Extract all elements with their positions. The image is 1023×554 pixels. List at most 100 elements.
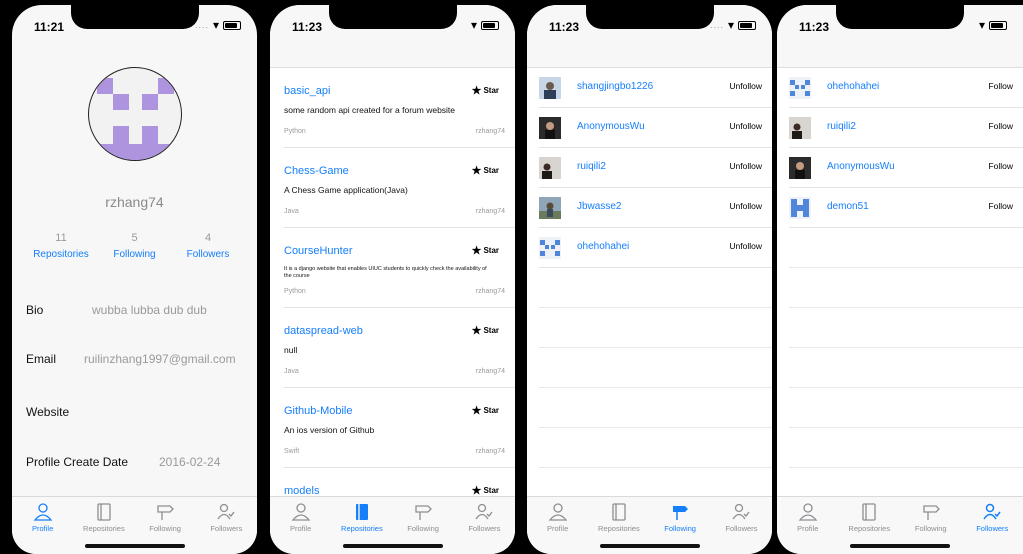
repo-cell[interactable]: dataspread-web ★ Star null Java rzhang74 — [284, 308, 515, 388]
bio-value: wubba lubba dub dub — [92, 303, 207, 317]
people-icon — [983, 503, 1001, 520]
repositories-screen: 11:23 ▾ basic_api ★ Star some random api … — [270, 5, 515, 554]
status-icons: .... ▾ — [710, 19, 756, 31]
unfollow-button[interactable]: Unfollow — [729, 201, 762, 211]
tab-label: Repositories — [341, 524, 383, 533]
stat-label[interactable]: Following — [113, 249, 155, 260]
home-indicator[interactable] — [84, 544, 185, 548]
user-name[interactable]: AnonymousWu — [827, 161, 895, 172]
stat-repositories[interactable]: 11 Repositories — [26, 232, 96, 260]
user-name[interactable]: ohehohahei — [577, 241, 629, 252]
user-cell[interactable]: ohehohahei Unfollow — [539, 228, 772, 268]
repo-cell[interactable]: basic_api ★ Star some random api created … — [284, 68, 515, 148]
tab-label: Repositories — [83, 524, 125, 533]
repo-name[interactable]: CourseHunter — [284, 245, 352, 257]
tab-followers[interactable]: Followers — [711, 497, 772, 554]
home-indicator[interactable] — [599, 544, 700, 548]
follow-button[interactable]: Follow — [988, 81, 1013, 91]
created-value: 2016-02-24 — [159, 455, 221, 469]
follow-button[interactable]: Follow — [988, 161, 1013, 171]
profile-avatar — [88, 67, 182, 161]
book-icon — [355, 504, 368, 520]
user-name[interactable]: AnonymousWu — [577, 121, 645, 132]
home-indicator[interactable] — [342, 544, 443, 548]
repo-cell[interactable]: Chess-Game ★ Star A Chess Game applicatio… — [284, 148, 515, 228]
unfollow-button[interactable]: Unfollow — [729, 241, 762, 251]
tab-profile[interactable]: Profile — [12, 497, 73, 554]
user-cell[interactable]: AnonymousWu Follow — [789, 148, 1023, 188]
repo-language: Python — [284, 128, 306, 135]
signal-icon: .... — [709, 20, 724, 30]
user-cell[interactable]: Jbwasse2 Unfollow — [539, 188, 772, 228]
battery-icon — [989, 20, 1007, 30]
created-label: Profile Create Date — [26, 455, 129, 469]
tab-profile[interactable]: Profile — [270, 497, 331, 554]
star-button[interactable]: ★ Star — [472, 404, 499, 417]
tab-label: Profile — [289, 524, 312, 533]
book-icon — [862, 503, 876, 521]
repo-cell[interactable]: CourseHunter ★ Star It is a django websit… — [284, 228, 515, 308]
stat-count: 11 — [55, 232, 67, 244]
unfollow-button[interactable]: Unfollow — [729, 161, 762, 171]
user-cell[interactable]: demon51 Follow — [789, 188, 1023, 228]
tab-followers[interactable]: Followers — [962, 497, 1023, 554]
wifi-icon: ▾ — [978, 18, 985, 32]
repo-description: null — [284, 345, 298, 355]
user-cell[interactable]: shangjingbo1226 Unfollow — [539, 68, 772, 108]
tab-profile[interactable]: Profile — [527, 497, 588, 554]
follow-button[interactable]: Follow — [988, 121, 1013, 131]
star-button[interactable]: ★ Star — [472, 84, 499, 97]
user-avatar — [539, 197, 561, 219]
user-cell[interactable]: ruiqili2 Unfollow — [539, 148, 772, 188]
user-name[interactable]: ohehohahei — [827, 81, 879, 92]
user-name[interactable]: shangjingbo1226 — [577, 81, 653, 92]
repo-cell[interactable]: Github-Mobile ★ Star An ios version of Gi… — [284, 388, 515, 468]
user-cell[interactable]: AnonymousWu Unfollow — [539, 108, 772, 148]
signpost-icon — [673, 506, 689, 520]
status-time: 11:23 — [549, 20, 580, 34]
tab-followers[interactable]: Followers — [454, 497, 515, 554]
people-icon — [732, 503, 750, 520]
stat-label[interactable]: Repositories — [33, 249, 89, 260]
user-cell[interactable]: ruiqili2 Follow — [789, 108, 1023, 148]
repo-owner: rzhang74 — [475, 288, 505, 295]
home-indicator[interactable] — [850, 544, 950, 548]
user-name[interactable]: ruiqili2 — [577, 161, 606, 172]
user-avatar — [539, 117, 561, 139]
star-button[interactable]: ★ Star — [472, 164, 499, 177]
user-name[interactable]: ruiqili2 — [827, 121, 856, 132]
repo-name[interactable]: basic_api — [284, 85, 330, 97]
repo-name[interactable]: Chess-Game — [284, 165, 349, 177]
star-icon: ★ — [471, 165, 482, 177]
star-icon: ★ — [471, 85, 482, 97]
wifi-icon: ▾ — [727, 18, 734, 32]
empty-row — [539, 428, 772, 468]
empty-row — [789, 308, 1023, 348]
repo-name[interactable]: dataspread-web — [284, 325, 363, 337]
stat-following[interactable]: 5 Following — [100, 232, 170, 260]
tab-label: Following — [664, 524, 696, 533]
repo-name[interactable]: Github-Mobile — [284, 405, 352, 417]
stat-label[interactable]: Followers — [187, 249, 230, 260]
repo-owner: rzhang74 — [475, 368, 505, 375]
unfollow-button[interactable]: Unfollow — [729, 81, 762, 91]
user-cell[interactable]: ohehohahei Follow — [789, 68, 1023, 108]
status-icons: .... ▾ — [195, 19, 241, 31]
stat-followers[interactable]: 4 Followers — [173, 232, 243, 260]
email-value: ruilinzhang1997@gmail.com — [84, 352, 236, 366]
tab-followers[interactable]: Followers — [196, 497, 257, 554]
unfollow-button[interactable]: Unfollow — [729, 121, 762, 131]
follow-button[interactable]: Follow — [988, 201, 1013, 211]
user-name[interactable]: Jbwasse2 — [577, 201, 621, 212]
user-name[interactable]: demon51 — [827, 201, 869, 212]
tab-profile[interactable]: Profile — [777, 497, 839, 554]
person-icon — [33, 503, 52, 521]
signpost-icon — [923, 505, 940, 520]
empty-row — [789, 388, 1023, 428]
star-label: Star — [483, 486, 499, 495]
notch — [328, 5, 457, 29]
people-icon — [475, 503, 493, 520]
tab-label: Following — [914, 524, 947, 533]
star-button[interactable]: ★ Star — [472, 324, 499, 337]
star-button[interactable]: ★ Star — [472, 244, 499, 257]
